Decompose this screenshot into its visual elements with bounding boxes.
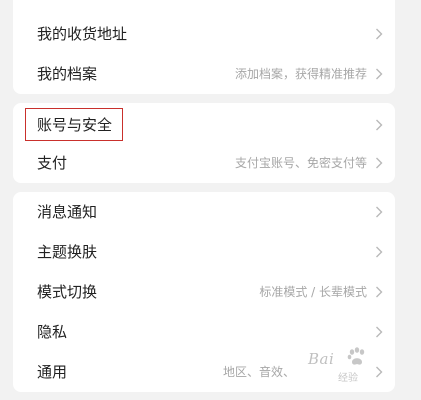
settings-item-mode-switch[interactable]: 模式切换 标准模式 / 长辈模式 bbox=[13, 272, 395, 312]
settings-item-notifications[interactable]: 消息通知 bbox=[13, 192, 395, 232]
settings-item-description: 地区、音效、 bbox=[222, 365, 295, 379]
settings-item-label: 消息通知 bbox=[37, 203, 98, 221]
chevron-right-icon bbox=[375, 246, 383, 258]
chevron-right-icon bbox=[375, 206, 383, 218]
settings-item-my-profile[interactable]: 我的档案 添加档案，获得精准推荐 bbox=[13, 54, 395, 94]
settings-item-payment[interactable]: 支付 支付宝账号、免密支付等 bbox=[13, 143, 395, 183]
watermark-brand: Bai bbox=[308, 350, 335, 368]
settings-item-label: 支付 bbox=[37, 154, 68, 172]
chevron-right-icon bbox=[375, 68, 383, 80]
settings-item-description: 添加档案，获得精准推荐 bbox=[234, 67, 367, 81]
settings-item-label: 通用 bbox=[37, 363, 68, 381]
settings-page: 我的收货地址 我的档案 添加档案，获得精准推荐 账号与安全 支付 支付宝账号、免… bbox=[0, 0, 421, 400]
settings-item-shipping-address[interactable]: 我的收货地址 bbox=[13, 14, 395, 54]
highlight-box bbox=[25, 108, 123, 141]
paw-logo-icon bbox=[346, 346, 368, 368]
settings-group-profile: 我的收货地址 我的档案 添加档案，获得精准推荐 bbox=[13, 0, 395, 94]
settings-item-label: 主题换肤 bbox=[37, 243, 98, 261]
watermark: Bai 经验 bbox=[298, 344, 418, 386]
settings-item-theme-skin[interactable]: 主题换肤 bbox=[13, 232, 395, 272]
settings-item-label: 隐私 bbox=[37, 323, 68, 341]
chevron-right-icon bbox=[375, 157, 383, 169]
settings-item-label: 我的档案 bbox=[37, 65, 98, 83]
watermark-sub: 经验 bbox=[338, 373, 358, 384]
chevron-right-icon bbox=[375, 28, 383, 40]
settings-item-label: 模式切换 bbox=[37, 283, 98, 301]
chevron-right-icon bbox=[375, 119, 383, 131]
settings-item-description: 支付宝账号、免密支付等 bbox=[234, 156, 367, 170]
settings-item-description: 标准模式 / 长辈模式 bbox=[259, 285, 367, 299]
chevron-right-icon bbox=[375, 286, 383, 298]
chevron-right-icon bbox=[375, 326, 383, 338]
settings-item-label: 我的收货地址 bbox=[37, 25, 128, 43]
